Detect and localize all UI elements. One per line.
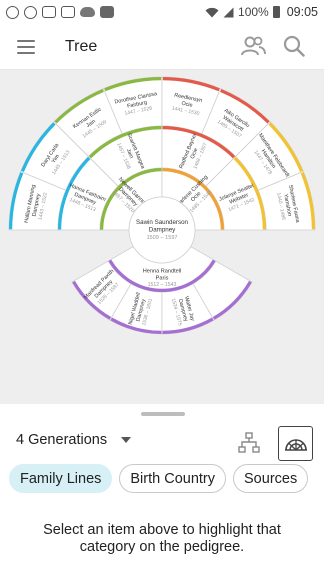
gmail-icon [42, 6, 56, 18]
root-person-name: Dampney [149, 227, 176, 234]
generations-label: 4 Generations [16, 432, 108, 448]
persons-icon[interactable] [240, 35, 266, 57]
news-icon [100, 6, 114, 18]
root-person[interactable]: Sawin SaundersonDampney1509 – 1597 [128, 196, 196, 264]
generations-dropdown[interactable]: 4 Generations [16, 432, 132, 448]
drag-handle[interactable] [141, 412, 185, 416]
clock: 09:05 [286, 5, 318, 19]
root-person-name: Sawin Saunderson [136, 219, 188, 226]
settings-icon [6, 5, 19, 19]
chip-family-lines[interactable]: Family Lines [9, 464, 113, 493]
chip-birth-country[interactable]: Birth Country [119, 464, 227, 493]
pedigree-canvas[interactable]: Hallam Manning Dampney 1443 – 1522 Daryl Ca… [0, 70, 324, 404]
fan-chart[interactable]: Hallam ManningDampney1443 – 1522Daryl Ca… [0, 70, 324, 404]
hint-text: Select an item above to highlight that c… [43, 522, 281, 555]
chevron-down-icon [121, 437, 132, 443]
chip-sources[interactable]: Sources [233, 464, 309, 493]
battery-icon [272, 6, 280, 18]
sim-icon [61, 6, 75, 18]
signal-icon [223, 7, 234, 17]
tree-view-icon[interactable] [238, 432, 260, 454]
status-bar: 100% 09:05 [0, 0, 324, 24]
battery-percent: 100% [238, 5, 269, 19]
fan-view-button[interactable] [278, 426, 313, 461]
bottom-panel: 4 Generations Family Lines Birth Country… [0, 404, 324, 576]
person-name: Henna Randtell [143, 269, 182, 275]
mail-icon [24, 5, 37, 19]
app-bar: Tree [0, 24, 324, 70]
root-person-dates: 1509 – 1597 [146, 235, 177, 241]
generation-row: 4 Generations [0, 426, 324, 461]
status-icons [6, 5, 114, 19]
menu-icon[interactable] [17, 39, 35, 54]
fan-view-icon [284, 438, 307, 451]
person-name: Paris [156, 275, 169, 281]
person-dates: 1512 – 1543 [148, 282, 177, 288]
cloud-icon [80, 7, 95, 17]
wifi-icon [205, 7, 219, 17]
category-chips: Family Lines Birth Country Sources [9, 464, 309, 493]
search-icon[interactable] [283, 35, 305, 57]
page-title: Tree [65, 37, 98, 55]
